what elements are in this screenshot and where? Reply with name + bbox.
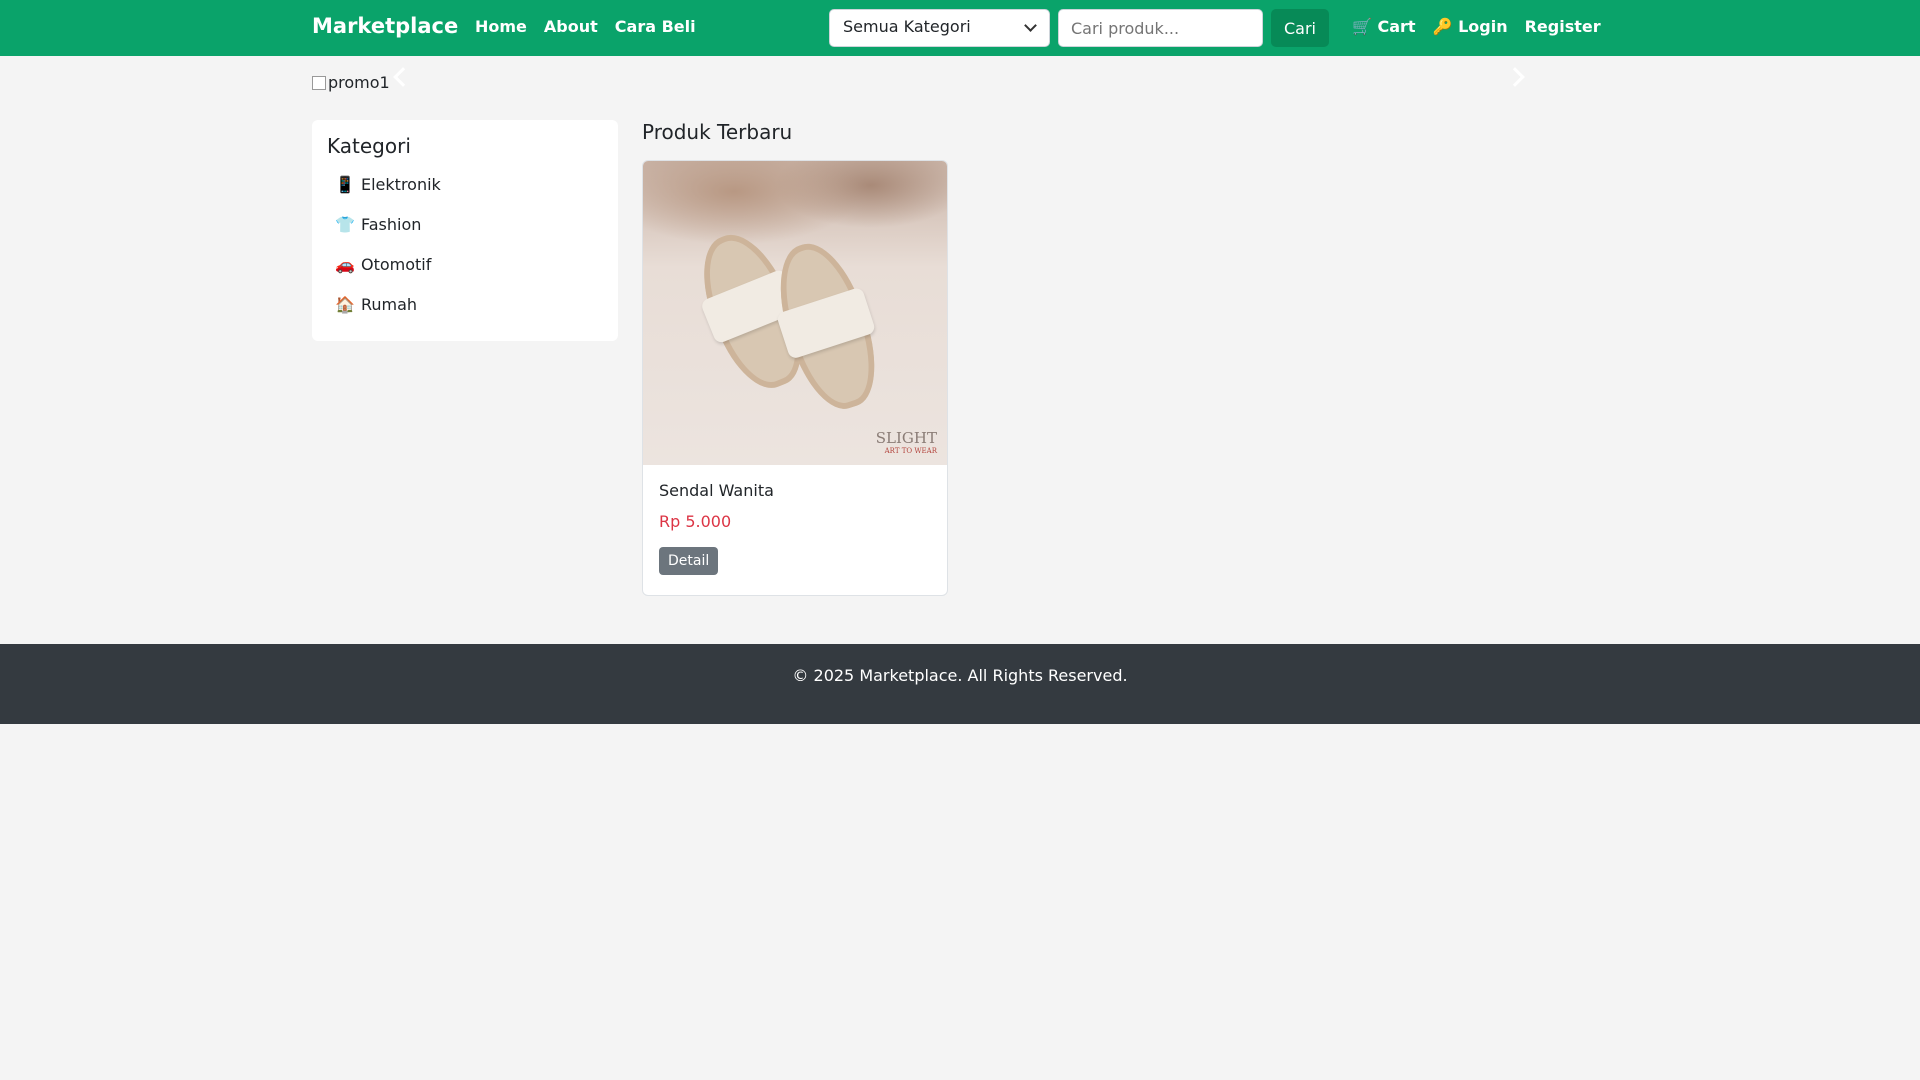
promo-alt-text: promo1 xyxy=(328,73,390,92)
sandal-strap-shape xyxy=(775,286,877,360)
chevron-down-icon xyxy=(1024,19,1037,32)
promo-banner[interactable]: promo1 xyxy=(312,73,390,92)
sidebar-item-elektronik[interactable]: 📱 Elektronik xyxy=(335,175,441,215)
phone-icon: 📱 xyxy=(335,175,355,194)
user-links: 🛒 Cart 🔑 Login Register xyxy=(1352,17,1618,36)
product-image[interactable]: SLIGHT ART TO WEAR xyxy=(643,161,947,465)
sidebar-item-label: Otomotif xyxy=(361,255,432,274)
detail-button[interactable]: Detail xyxy=(659,547,719,575)
footer: © 2025 Marketplace. All Rights Reserved. xyxy=(0,644,1920,724)
sidebar-item-label: Elektronik xyxy=(361,175,441,194)
navbar: Marketplace Home About Cara Beli Semua K… xyxy=(0,0,1920,56)
cart-link[interactable]: 🛒 Cart xyxy=(1352,17,1416,36)
category-list: 📱 Elektronik 👕 Fashion 🚗 Otomotif 🏠 Ruma… xyxy=(335,175,441,335)
category-select-value: Semua Kategori xyxy=(843,17,971,36)
sandal-right-shape xyxy=(763,233,891,419)
search-input[interactable] xyxy=(1058,9,1263,47)
product-price: Rp 5.000 xyxy=(659,512,732,531)
nav-cara-beli-link[interactable]: Cara Beli xyxy=(615,17,696,36)
nav-home-link[interactable]: Home xyxy=(475,17,527,36)
login-link[interactable]: 🔑 Login xyxy=(1433,17,1508,36)
product-name[interactable]: Sendal Wanita xyxy=(659,481,774,500)
sidebar-item-label: Rumah xyxy=(361,295,418,314)
sidebar-item-rumah[interactable]: 🏠 Rumah xyxy=(335,295,441,335)
search-button[interactable]: Cari xyxy=(1271,9,1329,47)
footer-copyright: © 2025 Marketplace. All Rights Reserved. xyxy=(792,666,1128,685)
shirt-icon: 👕 xyxy=(335,215,355,234)
broken-image-icon xyxy=(312,75,326,90)
sidebar-item-fashion[interactable]: 👕 Fashion xyxy=(335,215,441,255)
category-select[interactable]: Semua Kategori xyxy=(829,9,1050,47)
image-watermark: SLIGHT ART TO WEAR xyxy=(876,429,937,455)
category-sidebar: Kategori 📱 Elektronik 👕 Fashion 🚗 Otomot… xyxy=(312,120,618,341)
carousel-next-icon[interactable] xyxy=(1505,67,1525,87)
register-link[interactable]: Register xyxy=(1525,17,1601,36)
product-card-body: Sendal Wanita Rp 5.000 Detail xyxy=(659,481,774,575)
nav-about-link[interactable]: About xyxy=(544,17,598,36)
product-card[interactable]: SLIGHT ART TO WEAR Sendal Wanita Rp 5.00… xyxy=(642,160,948,596)
nav-links: Home About Cara Beli xyxy=(475,17,713,36)
section-title: Produk Terbaru xyxy=(642,120,793,144)
car-icon: 🚗 xyxy=(335,255,355,274)
house-icon: 🏠 xyxy=(335,295,355,314)
sidebar-item-label: Fashion xyxy=(361,215,422,234)
carousel-prev-icon[interactable] xyxy=(393,67,413,87)
watermark-tagline: ART TO WEAR xyxy=(884,447,937,455)
brand-logo[interactable]: Marketplace xyxy=(312,14,458,38)
watermark-brand: SLIGHT xyxy=(875,429,937,447)
sidebar-item-otomotif[interactable]: 🚗 Otomotif xyxy=(335,255,441,295)
sidebar-title: Kategori xyxy=(327,134,411,158)
